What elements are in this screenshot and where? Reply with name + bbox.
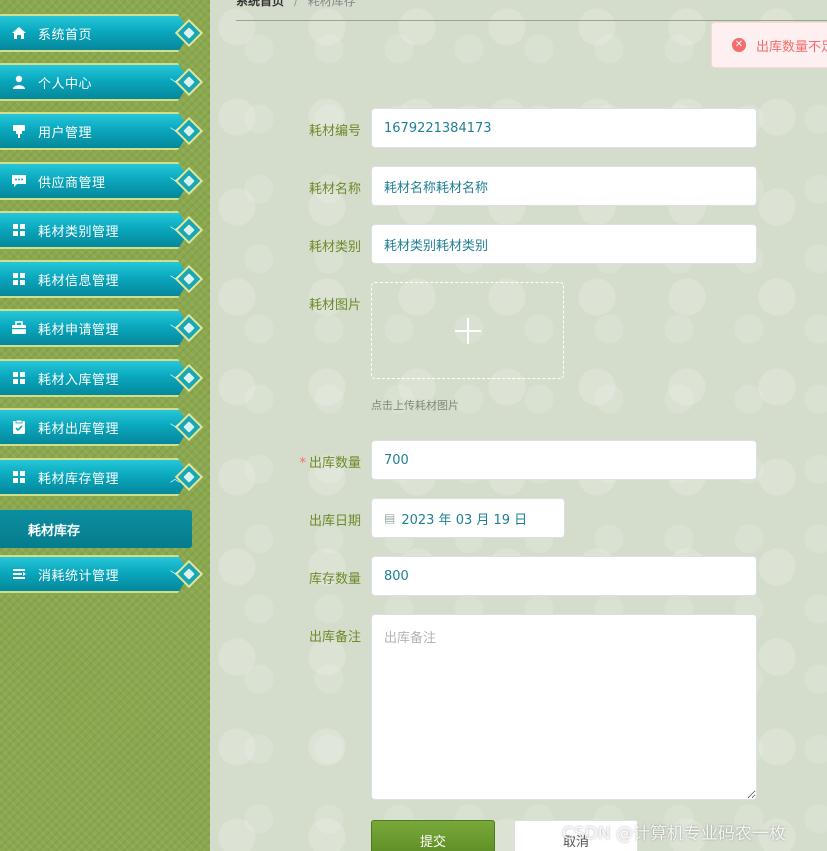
clipboard-icon <box>10 418 28 436</box>
sidebar-item-info-management[interactable]: 耗材信息管理 ﹀ <box>0 260 204 298</box>
sidebar-item-label: 耗材库存管理 <box>38 471 120 487</box>
sidebar-item-label: 耗材出库管理 <box>38 421 120 437</box>
sidebar-item-label: 耗材入库管理 <box>38 372 120 388</box>
breadcrumb-current: 耗材库存 <box>307 0 356 8</box>
category-field[interactable]: 耗材类别耗材类别 <box>371 224 757 264</box>
briefcase-icon <box>10 319 28 337</box>
out-qty-input[interactable]: 700 <box>371 440 757 480</box>
calendar-icon: ▤ <box>384 511 396 525</box>
sidebar-item-user-management[interactable]: 用户管理 ﹀ <box>0 112 204 150</box>
sidebar-item-label: 个人中心 <box>38 76 93 92</box>
main-content: 系统首页 / 耗材库存 ✕ 出库数量不足 耗材编号 1679221384173 … <box>210 0 827 851</box>
breadcrumb: 系统首页 / 耗材库存 <box>236 0 356 8</box>
name-field[interactable]: 耗材名称耗材名称 <box>371 166 757 206</box>
name-label: 耗材名称 <box>308 182 361 197</box>
chevron-up-icon: ︿ <box>170 474 180 485</box>
chevron-down-icon: ﹀ <box>170 178 180 189</box>
sidebar-subitem-stock[interactable]: 耗材库存 <box>0 510 192 548</box>
chevron-down-icon: ﹀ <box>170 276 180 287</box>
plus-icon <box>454 317 481 344</box>
out-date-label: 出库日期 <box>308 514 361 529</box>
image-label: 耗材图片 <box>308 298 361 313</box>
required-mark: * <box>299 456 306 471</box>
out-date-value: 2023 年 03 月 19 日 <box>401 512 528 528</box>
breadcrumb-home[interactable]: 系统首页 <box>236 0 284 8</box>
sidebar-item-label: 耗材类别管理 <box>38 224 120 240</box>
sidebar: 系统首页 个人中心 ﹀ 用户管理 ﹀ 供应商管理 ﹀ 耗材类别管理 ﹀ 耗材信息… <box>0 0 210 851</box>
sidebar-item-home[interactable]: 系统首页 <box>0 14 204 52</box>
home-icon <box>10 24 28 42</box>
sidebar-item-stock-management[interactable]: 耗材库存管理 ︿ <box>0 458 204 496</box>
image-upload-box[interactable] <box>371 282 564 379</box>
pin-icon <box>10 122 28 140</box>
sidebar-item-label: 耗材申请管理 <box>38 322 120 338</box>
chevron-down-icon: ﹀ <box>170 375 180 386</box>
sidebar-item-outbound-management[interactable]: 耗材出库管理 ﹀ <box>0 408 204 446</box>
sidebar-item-label: 耗材信息管理 <box>38 273 120 289</box>
sidebar-item-label: 消耗统计管理 <box>38 568 120 584</box>
out-date-picker[interactable]: ▤ 2023 年 03 月 19 日 <box>371 498 565 538</box>
code-label: 耗材编号 <box>308 124 361 139</box>
grid-icon <box>10 369 28 387</box>
sidebar-item-application-management[interactable]: 耗材申请管理 ﹀ <box>0 309 204 347</box>
sidebar-item-label: 供应商管理 <box>38 175 106 191</box>
submit-button[interactable]: 提交 <box>371 820 495 851</box>
sidebar-item-label: 系统首页 <box>38 27 93 43</box>
breadcrumb-separator: / <box>293 0 298 8</box>
grid-icon <box>10 270 28 288</box>
chevron-down-icon: ﹀ <box>170 424 180 435</box>
chevron-down-icon: ﹀ <box>170 325 180 336</box>
remark-textarea[interactable] <box>371 614 757 800</box>
chevron-down-icon: ﹀ <box>170 227 180 238</box>
out-qty-label-text: 出库数量 <box>308 456 361 471</box>
sidebar-item-inbound-management[interactable]: 耗材入库管理 ﹀ <box>0 359 204 397</box>
sidebar-item-consumption-statistics[interactable]: 消耗统计管理 ﹀ <box>0 555 204 593</box>
stock-field[interactable]: 800 <box>371 556 757 596</box>
chevron-down-icon: ﹀ <box>170 128 180 139</box>
toast-message: 出库数量不足 <box>756 39 827 55</box>
out-qty-label: * 出库数量 <box>281 452 361 471</box>
sidebar-item-category-management[interactable]: 耗材类别管理 ﹀ <box>0 211 204 249</box>
sidebar-item-personal-center[interactable]: 个人中心 ﹀ <box>0 63 204 101</box>
error-toast: ✕ 出库数量不足 <box>711 22 827 68</box>
error-circle-icon: ✕ <box>732 38 746 52</box>
remark-label: 出库备注 <box>308 630 361 645</box>
upload-tip: 点击上传耗材图片 <box>371 399 459 412</box>
sidebar-item-label: 用户管理 <box>38 125 93 141</box>
watermark: CSDN @计算机专业码农一枚 <box>562 824 786 844</box>
stock-label: 库存数量 <box>308 572 361 587</box>
grid-icon <box>10 221 28 239</box>
breadcrumb-divider <box>236 20 827 21</box>
user-icon <box>10 73 28 91</box>
grid-icon <box>10 468 28 486</box>
chevron-down-icon: ﹀ <box>170 79 180 90</box>
code-field[interactable]: 1679221384173 <box>371 108 757 148</box>
list-icon <box>10 565 28 583</box>
chevron-down-icon: ﹀ <box>170 571 180 582</box>
chat-icon <box>10 172 28 190</box>
sidebar-item-supplier-management[interactable]: 供应商管理 ﹀ <box>0 162 204 200</box>
category-label: 耗材类别 <box>308 240 361 255</box>
